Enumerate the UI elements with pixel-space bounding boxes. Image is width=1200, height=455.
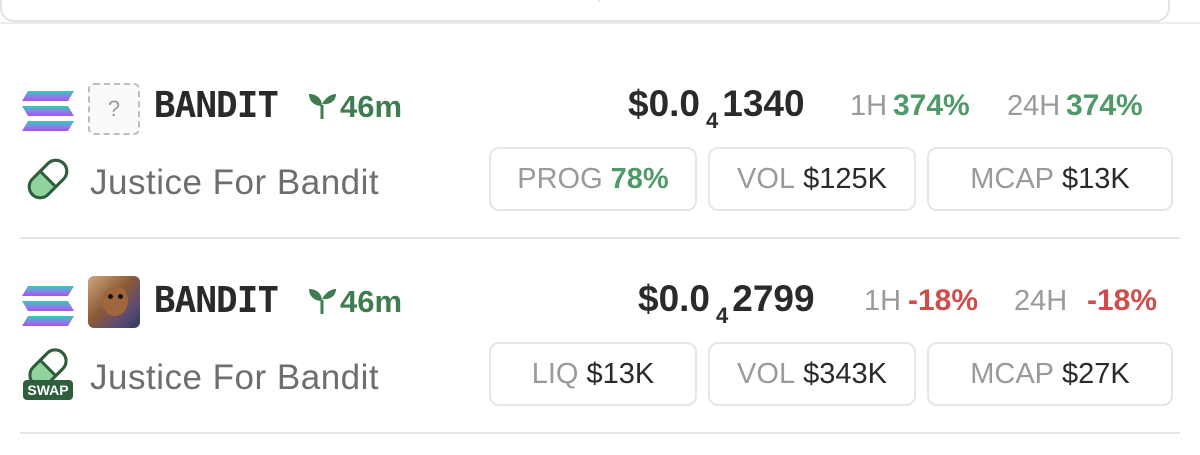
token-image-eye <box>108 294 113 299</box>
price-prefix: $0.0 <box>628 83 701 124</box>
stat-chip-volume: VOL $343K <box>708 342 916 406</box>
timeframe-24h-label: 24H <box>1007 90 1061 122</box>
stat-label: MCAP <box>970 357 1055 390</box>
search-bar[interactable] <box>0 0 1170 22</box>
token-image-eye <box>118 294 123 299</box>
change-24h: -18% <box>1087 284 1158 317</box>
top-bar <box>0 0 1200 22</box>
solana-icon <box>22 91 74 131</box>
stat-value: 78% <box>610 162 669 195</box>
token-price: $0.0 4 1340 <box>628 83 805 134</box>
price-prefix: $0.0 <box>638 278 711 319</box>
change-1h: -18% <box>908 284 979 317</box>
price-digits: 2799 <box>732 278 815 319</box>
change-24h: 374% <box>1066 89 1143 122</box>
token-ticker[interactable]: BANDIT <box>154 280 279 321</box>
timeframe-1h-label: 1H <box>864 285 902 317</box>
price-digits: 1340 <box>722 83 805 124</box>
stat-chip-liquidity: LIQ $13K <box>489 342 697 406</box>
stat-chip-market-cap: MCAP $27K <box>927 342 1173 406</box>
token-age: 46m <box>340 89 403 124</box>
stat-value: $27K <box>1062 357 1130 390</box>
question-mark-icon: ? <box>107 96 121 121</box>
solana-icon <box>22 286 74 326</box>
token-row[interactable]: ? BANDIT 46m $0.0 4 1340 1H 374% 24H 374% … <box>0 45 1200 237</box>
row-divider <box>20 237 1180 239</box>
stat-label: VOL <box>737 162 796 195</box>
search-bar-divider <box>598 0 600 2</box>
timeframe-24h-label: 24H <box>1014 285 1068 317</box>
change-1h: 374% <box>893 89 970 122</box>
divider <box>0 22 1200 24</box>
pill-swap-icon: SWAP <box>23 348 73 400</box>
token-ticker[interactable]: BANDIT <box>154 85 279 126</box>
stat-value: $13K <box>1062 162 1130 195</box>
row-divider <box>20 432 1180 434</box>
pill-icon <box>27 158 69 200</box>
token-price: $0.0 4 2799 <box>638 278 815 329</box>
token-name: Justice For Bandit <box>90 358 380 397</box>
stat-label: LIQ <box>531 357 579 390</box>
stat-chip-market-cap: MCAP $13K <box>927 147 1173 211</box>
price-zero-count: 4 <box>706 108 719 133</box>
stat-label: PROG <box>517 162 603 195</box>
stat-label: VOL <box>737 357 796 390</box>
stat-label: MCAP <box>970 162 1055 195</box>
token-age: 46m <box>340 284 403 319</box>
sprout-icon <box>309 94 336 119</box>
sprout-icon <box>309 289 336 314</box>
price-zero-count: 4 <box>716 303 729 328</box>
timeframe-1h-label: 1H <box>850 90 888 122</box>
stat-value: $13K <box>586 357 655 390</box>
token-row[interactable]: BANDIT 46m $0.0 4 2799 1H -18% 24H -18% SW… <box>0 240 1200 432</box>
stat-value: $343K <box>803 357 887 390</box>
stat-value: $125K <box>803 162 887 195</box>
token-image-raccoon <box>102 286 128 316</box>
stat-chip-volume: VOL $125K <box>708 147 916 211</box>
token-image[interactable] <box>88 276 140 328</box>
token-image-placeholder[interactable]: ? <box>88 83 140 135</box>
token-name: Justice For Bandit <box>90 163 380 202</box>
swap-badge-text: SWAP <box>27 382 68 398</box>
stat-chip-progress: PROG 78% <box>489 147 697 211</box>
